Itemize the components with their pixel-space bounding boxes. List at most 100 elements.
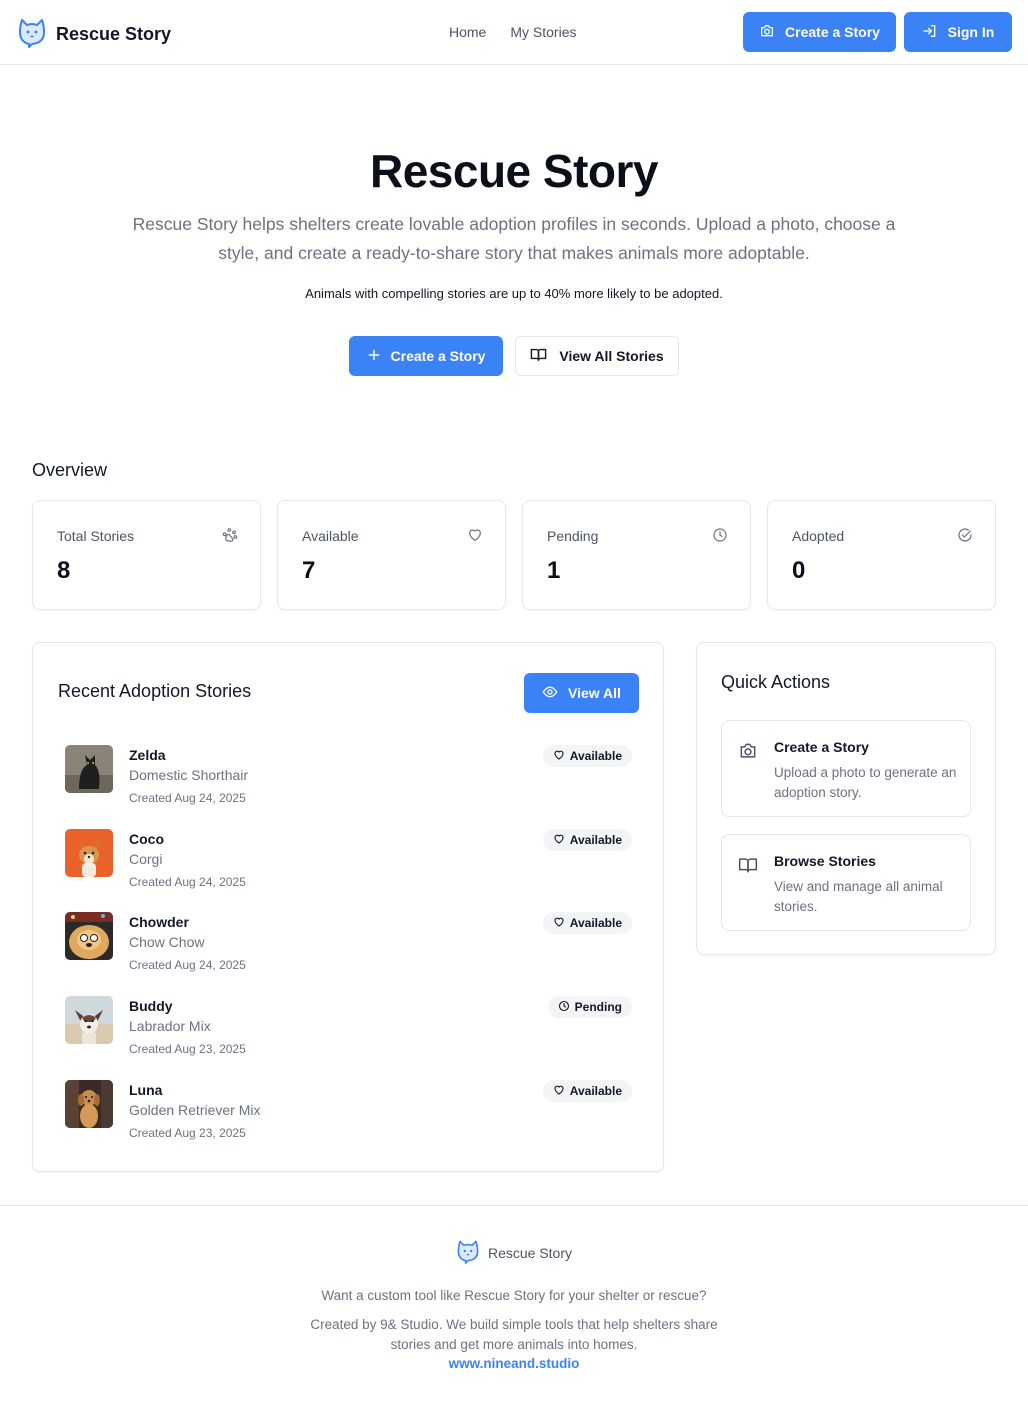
view-all-stories-button[interactable]: View All Stories <box>515 336 679 376</box>
stat-card-pending: Pending 1 <box>522 500 751 610</box>
camera-icon <box>738 741 758 766</box>
story-date: Created Aug 24, 2025 <box>129 791 246 805</box>
story-name: Zelda <box>129 747 166 763</box>
hero-description: Rescue Story helps shelters create lovab… <box>132 214 896 263</box>
camera-icon <box>759 23 775 42</box>
view-all-button[interactable]: View All <box>524 673 639 713</box>
pet-photo-cat <box>65 745 113 793</box>
story-name: Coco <box>129 831 164 847</box>
story-breed: Corgi <box>129 851 163 867</box>
heart-icon <box>553 749 565 764</box>
quick-action-description: View and manage all animal stories. <box>774 879 943 914</box>
nav-my-stories-link[interactable]: My Stories <box>510 24 576 40</box>
footer-brand: Rescue Story <box>0 1238 1028 1267</box>
stat-label: Total Stories <box>57 528 135 544</box>
status-badge: Available <box>542 745 632 767</box>
status-badge: Available <box>542 1080 632 1102</box>
sign-in-button[interactable]: Sign In <box>904 12 1012 52</box>
stat-label: Adopted <box>792 528 845 544</box>
pet-photo-corgi <box>65 829 113 877</box>
recent-stories-card: Recent Adoption Stories View All Zelda D… <box>32 642 664 1172</box>
stat-card-adopted: Adopted 0 <box>767 500 996 610</box>
footer: Rescue Story Want a custom tool like Res… <box>0 1205 1028 1407</box>
story-row-zelda[interactable]: Zelda Domestic Shorthair Created Aug 24,… <box>65 745 635 815</box>
status-label: Available <box>569 833 622 847</box>
cat-logo-icon <box>456 1238 480 1267</box>
story-date: Created Aug 24, 2025 <box>129 875 246 889</box>
status-badge: Available <box>542 912 632 934</box>
heart-icon <box>553 833 565 848</box>
quick-action-title: Create a Story <box>774 739 869 755</box>
quick-action-browse-stories[interactable]: Browse Stories View and manage all anima… <box>721 834 971 931</box>
heart-icon <box>467 527 483 548</box>
story-breed: Domestic Shorthair <box>129 767 249 783</box>
top-navbar: Rescue Story Home My Stories Create a St… <box>0 0 1028 65</box>
story-breed: Chow Chow <box>129 934 205 950</box>
overview-title: Overview <box>32 460 108 480</box>
story-row-chowder[interactable]: Chowder Chow Chow Created Aug 24, 2025 A… <box>65 912 635 982</box>
story-name: Buddy <box>129 998 173 1014</box>
brand-name: Rescue Story <box>56 24 172 44</box>
sign-in-label: Sign In <box>947 24 995 40</box>
brand-logo-link[interactable]: Rescue Story <box>17 16 171 53</box>
studio-website-link[interactable]: www.nineand.studio <box>0 1356 1028 1371</box>
story-breed: Labrador Mix <box>129 1018 211 1034</box>
status-label: Available <box>569 1084 622 1098</box>
status-badge: Available <box>542 829 632 851</box>
recent-stories-title: Recent Adoption Stories <box>58 681 252 701</box>
footer-brand-name: Rescue Story <box>487 1244 573 1261</box>
quick-action-description: Upload a photo to generate an adoption s… <box>774 765 957 800</box>
story-name: Luna <box>129 1082 163 1098</box>
heart-icon <box>553 1084 565 1099</box>
clock-icon <box>558 1000 570 1015</box>
book-open-icon <box>530 346 547 366</box>
main-nav: Home My Stories <box>449 24 576 40</box>
footer-credits: Created by 9& Studio. We build simple to… <box>310 1317 718 1352</box>
plus-icon <box>367 348 381 365</box>
nav-home-link[interactable]: Home <box>449 24 486 40</box>
cat-logo-icon <box>17 16 47 53</box>
stat-value: 1 <box>547 557 561 584</box>
header-create-story-label: Create a Story <box>785 24 880 40</box>
pet-photo-golden-retriever-mix <box>65 1080 113 1128</box>
footer-tagline: Want a custom tool like Rescue Story for… <box>321 1288 707 1303</box>
stat-value: 7 <box>302 557 316 584</box>
story-date: Created Aug 23, 2025 <box>129 1126 246 1140</box>
quick-action-title: Browse Stories <box>774 853 876 869</box>
pet-photo-labrador-mix <box>65 996 113 1044</box>
book-open-icon <box>738 855 758 880</box>
quick-action-create-story[interactable]: Create a Story Upload a photo to generat… <box>721 720 971 817</box>
hero-create-story-button[interactable]: Create a Story <box>349 336 503 376</box>
story-row-coco[interactable]: Coco Corgi Created Aug 24, 2025 Availabl… <box>65 829 635 899</box>
status-badge: Pending <box>547 996 632 1018</box>
story-name: Chowder <box>129 914 189 930</box>
story-breed: Golden Retriever Mix <box>129 1102 261 1118</box>
stat-value: 8 <box>57 557 71 584</box>
pet-photo-chow-chow <box>65 912 113 960</box>
clock-icon <box>712 527 728 548</box>
stat-card-total-stories: Total Stories 8 <box>32 500 261 610</box>
story-row-luna[interactable]: Luna Golden Retriever Mix Created Aug 23… <box>65 1080 635 1150</box>
quick-actions-card: Quick Actions Create a Story Upload a ph… <box>696 642 996 955</box>
log-in-icon <box>922 23 938 42</box>
hero-note: Animals with compelling stories are up t… <box>305 286 723 301</box>
story-date: Created Aug 24, 2025 <box>129 958 246 972</box>
paw-icon <box>222 527 238 548</box>
quick-actions-title: Quick Actions <box>721 672 831 692</box>
header-create-story-button[interactable]: Create a Story <box>743 12 896 52</box>
stat-card-available: Available 7 <box>277 500 506 610</box>
check-circle-icon <box>957 527 973 548</box>
view-all-label: View All <box>568 685 621 701</box>
hero-create-story-label: Create a Story <box>390 348 486 364</box>
view-all-stories-label: View All Stories <box>559 348 664 364</box>
stat-value: 0 <box>792 557 806 584</box>
status-label: Available <box>569 916 622 930</box>
story-row-buddy[interactable]: Buddy Labrador Mix Created Aug 23, 2025 … <box>65 996 635 1066</box>
stat-label: Available <box>302 528 359 544</box>
stat-label: Pending <box>547 528 599 544</box>
story-date: Created Aug 23, 2025 <box>129 1042 246 1056</box>
eye-icon <box>542 684 558 703</box>
status-label: Available <box>569 749 622 763</box>
status-label: Pending <box>574 1000 622 1014</box>
hero-title: Rescue Story <box>369 145 659 197</box>
